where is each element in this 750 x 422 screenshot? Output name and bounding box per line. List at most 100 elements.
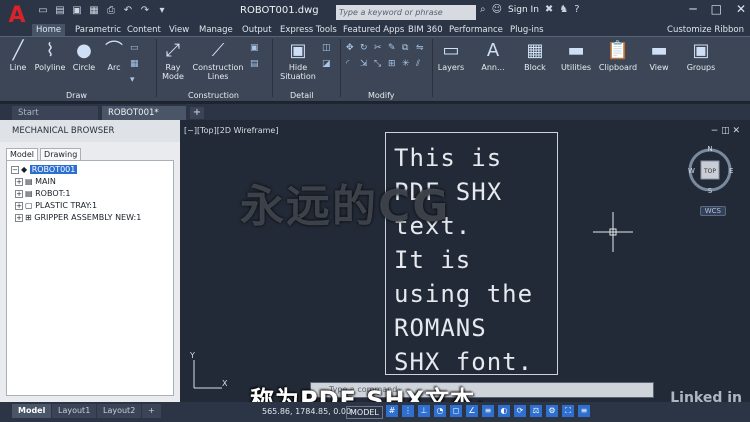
trim-icon[interactable]: ✂	[374, 43, 382, 53]
expand-icon[interactable]: +	[15, 189, 23, 198]
transparency-icon[interactable]: ◐	[498, 405, 510, 417]
scale-icon[interactable]: ⤡	[374, 59, 381, 69]
tab-home[interactable]: Home	[32, 24, 66, 36]
groups-tool[interactable]: ▣ Groups	[684, 41, 718, 73]
customize-ribbon-button[interactable]: Customize Ribbon	[667, 24, 744, 36]
user-icon[interactable]: ☺	[492, 4, 502, 15]
construction-lines-tool[interactable]: ⟋ Construction Lines	[190, 41, 246, 82]
add-layout-button[interactable]: +	[142, 404, 161, 418]
undo-icon[interactable]: ↶	[121, 4, 135, 18]
detail-icon[interactable]: ◫	[322, 43, 331, 53]
detail-group-label[interactable]: Detail	[290, 91, 314, 100]
grid-icon[interactable]: #	[386, 405, 398, 417]
tab-model[interactable]: Model	[6, 148, 39, 160]
tab-robot001[interactable]: ROBOT001*	[102, 106, 186, 120]
tab-express-tools[interactable]: Express Tools	[280, 24, 337, 36]
tab-layout2[interactable]: Layout2	[97, 404, 142, 418]
snap-icon[interactable]: ⋮	[402, 405, 414, 417]
view-tool[interactable]: ▬ View	[645, 41, 673, 73]
sign-in-link[interactable]: Sign In	[508, 5, 539, 15]
tab-parametric[interactable]: Parametric	[75, 24, 121, 36]
viewport-controls[interactable]: [−][Top][2D Wireframe]	[184, 126, 278, 135]
rotate-icon[interactable]: ↻	[360, 43, 368, 53]
new-tab-button[interactable]: +	[190, 107, 204, 119]
polyline-tool[interactable]: ⌇ Polyline	[32, 41, 68, 73]
clipboard-tool[interactable]: 📋 Clipboard	[598, 41, 638, 73]
section-icon[interactable]: ◪	[322, 59, 331, 69]
tab-view[interactable]: View	[169, 24, 189, 36]
tree-item[interactable]: + ▤ ROBOT:1	[11, 188, 169, 200]
draw-group-label[interactable]: Draw	[66, 91, 87, 100]
fullscreen-icon[interactable]: ⛶	[562, 405, 574, 417]
hide-situation-tool[interactable]: ▣ Hide Situation	[278, 41, 318, 82]
new-icon[interactable]: ▭	[36, 4, 50, 18]
circle-tool[interactable]: ● Circle	[70, 41, 98, 73]
shx-text-frame[interactable]: This is PDF SHX text. It is using the RO…	[385, 132, 558, 376]
block-tool[interactable]: ▦ Block	[520, 41, 550, 73]
tab-drawing[interactable]: Drawing	[40, 148, 82, 160]
polar-icon[interactable]: ◔	[434, 405, 446, 417]
save-icon[interactable]: ▣	[70, 4, 84, 18]
redo-icon[interactable]: ↷	[138, 4, 152, 18]
copy-icon[interactable]: ⧉	[402, 43, 408, 53]
coordinate-readout[interactable]: 565.86, 1784.85, 0.00	[262, 407, 351, 416]
stretch-icon[interactable]: ⇲	[360, 59, 368, 69]
tab-featured-apps[interactable]: Featured Apps	[343, 24, 404, 36]
tab-performance[interactable]: Performance	[449, 24, 503, 36]
a360-icon[interactable]: ♞	[559, 4, 568, 15]
tab-model-layout[interactable]: Model	[12, 404, 52, 418]
customize-status-icon[interactable]: ≡	[578, 405, 590, 417]
ray-mode-tool[interactable]: ⤢ Ray Mode	[158, 41, 188, 82]
utilities-tool[interactable]: ▬ Utilities	[560, 41, 592, 73]
maximize-icon[interactable]: □	[711, 2, 722, 16]
annotation-scale-icon[interactable]: ⚖	[530, 405, 542, 417]
viewport-window-controls[interactable]: − ◫ ✕	[711, 126, 740, 136]
tree-item[interactable]: − ◆ ROBOT001	[11, 164, 169, 176]
workspace-switch-icon[interactable]: ⚙	[546, 405, 558, 417]
tab-plugins[interactable]: Plug-ins	[510, 24, 544, 36]
mirror-icon[interactable]: ⇋	[416, 43, 424, 53]
explode-icon[interactable]: ✳	[402, 59, 410, 69]
annotation-tool[interactable]: A Ann...	[478, 41, 508, 73]
offset-modify-icon[interactable]: ⫽	[416, 59, 420, 69]
lineweight-icon[interactable]: ≡	[482, 405, 494, 417]
move-icon[interactable]: ✥	[346, 43, 354, 53]
layers-tool[interactable]: ▭ Layers	[436, 41, 466, 73]
exchange-icon[interactable]: ✖	[545, 4, 553, 15]
model-space-button[interactable]: MODEL	[346, 406, 383, 419]
tab-bim360[interactable]: BIM 360	[408, 24, 443, 36]
help-icon[interactable]: ?	[574, 4, 579, 15]
construction-group-label[interactable]: Construction	[188, 91, 239, 100]
viewcube[interactable]: TOP N S W E	[686, 146, 734, 194]
workspace-icon[interactable]: ▾	[155, 4, 169, 18]
arc-tool[interactable]: ⌒ Arc	[102, 41, 126, 73]
tab-layout1[interactable]: Layout1	[52, 404, 97, 418]
tree-item[interactable]: + ▤ MAIN	[11, 176, 169, 188]
collapse-icon[interactable]: −	[11, 165, 19, 174]
tab-output[interactable]: Output	[242, 24, 272, 36]
minimize-icon[interactable]: ─	[689, 2, 696, 16]
osnap-icon[interactable]: ◻	[450, 405, 462, 417]
erase-icon[interactable]: ✎	[388, 43, 396, 53]
hatch-icon[interactable]: ▦	[130, 59, 139, 69]
expand-icon[interactable]: +	[15, 177, 23, 186]
fillet-icon[interactable]: ◜	[346, 59, 350, 69]
rectangle-icon[interactable]: ▭	[130, 43, 139, 53]
expand-icon[interactable]: +	[15, 201, 23, 210]
binoculars-icon[interactable]: ⌕	[480, 4, 486, 15]
xline-icon[interactable]: ▣	[250, 43, 259, 53]
close-icon[interactable]: ✕	[736, 2, 746, 16]
modify-group-label[interactable]: Modify	[368, 91, 395, 100]
expand-icon[interactable]: +	[15, 213, 23, 222]
search-input[interactable]: Type a keyword or phrase	[336, 5, 476, 20]
otrack-icon[interactable]: ∠	[466, 405, 478, 417]
wcs-menu[interactable]: WCS	[699, 206, 726, 216]
print-icon[interactable]: ⎙	[104, 4, 118, 18]
tab-content[interactable]: Content	[127, 24, 161, 36]
tree-item[interactable]: + ▢ PLASTIC TRAY:1	[11, 200, 169, 212]
open-icon[interactable]: ▤	[53, 4, 67, 18]
array-icon[interactable]: ⊞	[388, 59, 396, 69]
drawing-canvas[interactable]: [−][Top][2D Wireframe] − ◫ ✕ This is PDF…	[180, 120, 750, 402]
selection-cycling-icon[interactable]: ⟳	[514, 405, 526, 417]
tab-start[interactable]: Start	[12, 106, 98, 120]
